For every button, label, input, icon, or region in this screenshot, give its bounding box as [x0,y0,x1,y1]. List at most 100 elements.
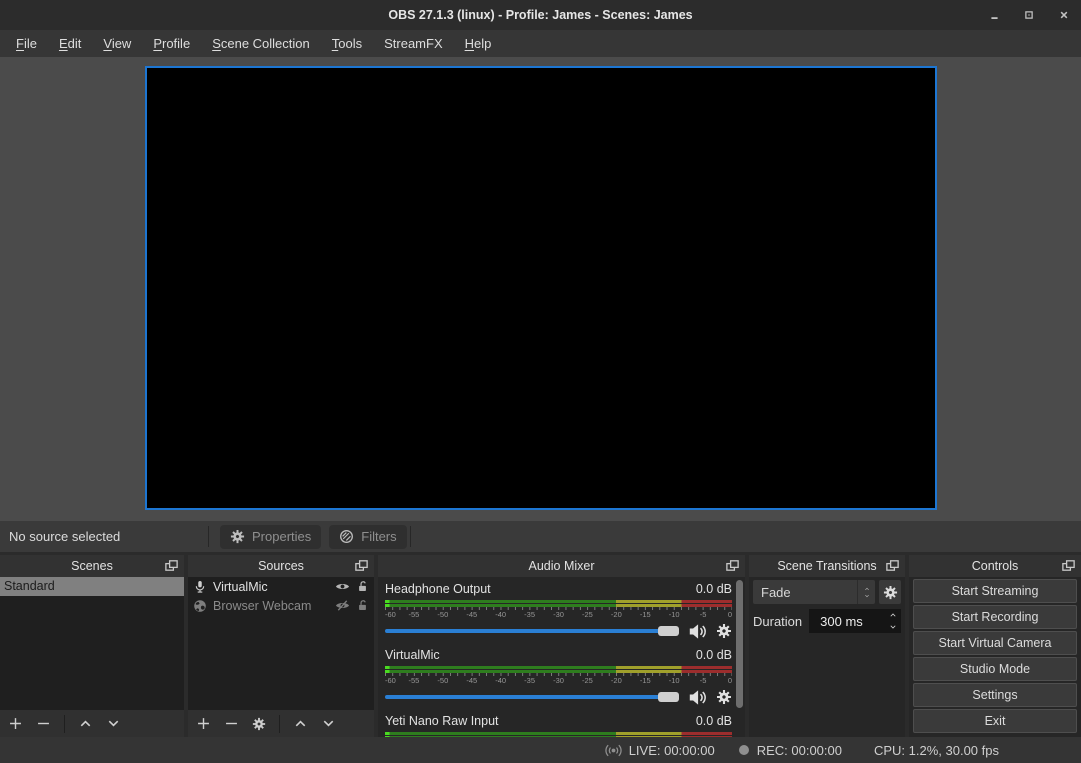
rec-status: REC: 00:00:00 [739,743,842,758]
minimize-button[interactable] [987,8,1001,22]
volume-slider-handle[interactable] [658,626,679,636]
channel-settings-gear-icon[interactable] [716,623,732,639]
toolbar-separator [64,715,65,733]
chevron-up-icon [863,586,871,592]
transition-select[interactable]: Fade [753,580,875,604]
chevron-down-icon [863,593,871,599]
transition-selected-value: Fade [753,585,857,600]
channel-settings-gear-icon[interactable] [716,689,732,705]
status-bar: LIVE: 00:00:00 REC: 00:00:00 CPU: 1.2%, … [0,737,1081,763]
popout-icon[interactable] [354,558,369,573]
popout-icon[interactable] [885,558,900,573]
duration-increment-button[interactable] [884,609,901,621]
menu-help[interactable]: Help [454,30,503,57]
source-name: Browser Webcam [213,599,329,613]
preview-canvas[interactable] [145,66,937,510]
start-recording-button[interactable]: Start Recording [913,605,1077,629]
move-scene-up-button[interactable] [78,716,93,731]
scene-transitions-body: Fade Duration 300 ms [749,577,905,636]
start-virtual-camera-button[interactable]: Start Virtual Camera [913,631,1077,655]
start-streaming-button[interactable]: Start Streaming [913,579,1077,603]
scenes-toolbar [0,710,184,737]
sources-header[interactable]: Sources [188,555,374,577]
controls-header[interactable]: Controls [909,555,1081,577]
filters-button[interactable]: Filters [329,525,406,549]
maximize-button[interactable] [1022,8,1036,22]
duration-label: Duration [753,614,802,629]
toolbar-separator [208,526,209,547]
settings-button[interactable]: Settings [913,683,1077,707]
duration-spinbox[interactable]: 300 ms [809,609,901,633]
source-properties-gear-button[interactable] [252,717,266,731]
window-title: OBS 27.1.3 (linux) - Profile: James - Sc… [388,8,692,22]
scenes-title: Scenes [71,559,113,573]
scenes-header[interactable]: Scenes [0,555,184,577]
cpu-fps-stats: CPU: 1.2%, 30.00 fps [874,743,999,758]
volume-slider[interactable] [385,695,679,699]
lock-open-icon[interactable] [356,580,369,593]
menu-tools[interactable]: Tools [321,30,373,57]
gear-icon [883,585,898,600]
remove-source-button[interactable] [224,716,239,731]
source-name: VirtualMic [213,580,329,594]
studio-mode-button[interactable]: Studio Mode [913,657,1077,681]
popout-icon[interactable] [164,558,179,573]
audio-mixer-title: Audio Mixer [529,559,595,573]
channel-name: Yeti Nano Raw Input [385,713,499,729]
popout-icon[interactable] [1061,558,1076,573]
transition-settings-button[interactable] [879,580,901,604]
popout-icon[interactable] [725,558,740,573]
audio-mixer-header[interactable]: Audio Mixer [378,555,745,577]
remove-scene-button[interactable] [36,716,51,731]
volume-slider[interactable] [385,629,679,633]
close-button[interactable] [1057,8,1071,22]
sources-list: VirtualMic Browser Webcam [188,577,374,710]
rec-time: REC: 00:00:00 [757,743,842,758]
title-bar: OBS 27.1.3 (linux) - Profile: James - Sc… [0,0,1081,30]
duration-value: 300 ms [809,609,884,633]
speaker-mute-icon[interactable] [688,622,707,641]
channel-name: Headphone Output [385,581,491,597]
scene-item-standard[interactable]: Standard [0,577,184,596]
properties-button[interactable]: Properties [220,525,321,549]
menu-view[interactable]: View [92,30,142,57]
mixer-scrollbar[interactable] [736,580,743,708]
visibility-eye-off-icon[interactable] [335,598,350,613]
lock-open-icon[interactable] [356,599,369,612]
preview-area [0,57,1081,521]
volume-slider-handle[interactable] [658,692,679,702]
exit-button[interactable]: Exit [913,709,1077,733]
duration-decrement-button[interactable] [884,621,901,633]
scene-transitions-panel: Scene Transitions Fade [749,555,905,737]
scene-transitions-header[interactable]: Scene Transitions [749,555,905,577]
menu-streamfx[interactable]: StreamFX [373,30,454,57]
scene-transitions-title: Scene Transitions [777,559,876,573]
volume-meter [385,666,732,673]
move-source-down-button[interactable] [321,716,336,731]
move-scene-down-button[interactable] [106,716,121,731]
meter-scale: -60-55-50-45-40-35-30-25-20-15-10-50 [385,607,732,620]
speaker-mute-icon[interactable] [688,688,707,707]
add-scene-button[interactable] [8,716,23,731]
source-status-text: No source selected [0,529,205,544]
broadcast-icon [605,742,622,759]
source-item-browser-webcam[interactable]: Browser Webcam [188,596,374,615]
audio-mixer-panel: Audio Mixer Headphone Output 0.0 dB -60-… [378,555,745,737]
add-source-button[interactable] [196,716,211,731]
transition-select-arrows[interactable] [857,580,875,604]
source-toolbar: No source selected Properties Filters [0,521,1081,552]
menu-edit[interactable]: Edit [48,30,92,57]
meter-scale: -60-55-50-45-40-35-30-25-20-15-10-50 [385,673,732,686]
menu-file[interactable]: File [5,30,48,57]
obs-window: OBS 27.1.3 (linux) - Profile: James - Sc… [0,0,1081,763]
record-dot-icon [739,745,749,755]
mixer-channel-yeti-nano: Yeti Nano Raw Input 0.0 dB -60-55-50-45-… [385,711,732,737]
move-source-up-button[interactable] [293,716,308,731]
live-time: LIVE: 00:00:00 [629,743,715,758]
visibility-eye-icon[interactable] [335,579,350,594]
source-item-virtualmic[interactable]: VirtualMic [188,577,374,596]
channel-name: VirtualMic [385,647,440,663]
menu-profile[interactable]: Profile [142,30,201,57]
toolbar-separator [279,715,280,733]
menu-scene-collection[interactable]: Scene Collection [201,30,321,57]
